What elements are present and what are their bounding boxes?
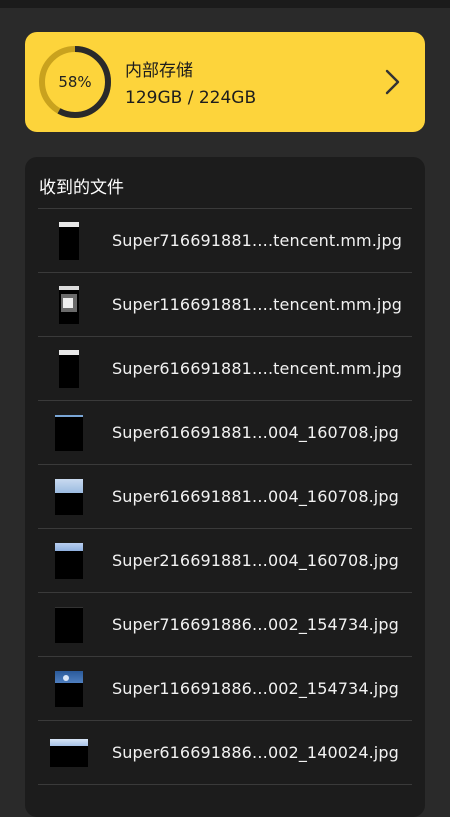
file-row[interactable]: Super216691881…004_160708.jpg [38, 529, 412, 593]
file-thumbnail-image [55, 478, 83, 515]
status-bar-strip [0, 0, 450, 8]
file-name: Super616691886…002_140024.jpg [112, 743, 399, 762]
file-thumbnail-container [38, 337, 100, 400]
file-thumbnail-container [38, 273, 100, 336]
file-name: Super116691886…002_154734.jpg [112, 679, 399, 698]
file-name: Super716691886…002_154734.jpg [112, 615, 399, 634]
file-thumbnail-image [55, 414, 83, 451]
file-name: Super616691881…004_160708.jpg [112, 487, 399, 506]
internal-storage-card[interactable]: 58% 内部存储 129GB / 224GB [25, 32, 425, 132]
file-row[interactable]: Super616691881….tencent.mm.jpg [38, 337, 412, 401]
file-thumbnail-image [59, 285, 79, 324]
file-thumbnail-container [38, 209, 100, 272]
file-thumbnail-container [38, 465, 100, 528]
file-row[interactable]: Super616691881…004_160708.jpg [38, 401, 412, 465]
file-name: Super716691881….tencent.mm.jpg [112, 231, 402, 250]
file-row[interactable]: Super716691886…002_154734.jpg [38, 593, 412, 657]
file-thumbnail-image [59, 349, 79, 388]
chevron-right-icon[interactable] [383, 68, 403, 96]
file-name: Super116691881….tencent.mm.jpg [112, 295, 402, 314]
file-name: Super616691881…004_160708.jpg [112, 423, 399, 442]
storage-usage-ring: 58% [37, 44, 113, 120]
storage-title: 内部存储 [125, 61, 193, 81]
file-thumbnail-container [38, 657, 100, 720]
file-thumbnail-image [55, 670, 83, 707]
received-files-title: 收到的文件 [39, 178, 124, 198]
file-list: Super716691881….tencent.mm.jpg Super11669… [38, 209, 412, 785]
file-thumbnail-container [38, 401, 100, 464]
file-row[interactable]: Super116691881….tencent.mm.jpg [38, 273, 412, 337]
file-row[interactable]: Super616691886…002_140024.jpg [38, 721, 412, 785]
received-files-card: 收到的文件 Super716691881….tencent.mm.jpg Supe… [25, 157, 425, 817]
file-thumbnail-image [55, 542, 83, 579]
file-thumbnail-image [59, 221, 79, 260]
file-row[interactable]: Super116691886…002_154734.jpg [38, 657, 412, 721]
file-thumbnail-image [50, 738, 88, 767]
file-name: Super616691881….tencent.mm.jpg [112, 359, 402, 378]
file-thumbnail-image [55, 606, 83, 643]
file-thumbnail-container [38, 529, 100, 592]
file-thumbnail-container [38, 593, 100, 656]
file-row[interactable]: Super716691881….tencent.mm.jpg [38, 209, 412, 273]
file-thumbnail-container [38, 721, 100, 784]
file-row[interactable]: Super616691881…004_160708.jpg [38, 465, 412, 529]
storage-percent-label: 58% [58, 73, 92, 91]
storage-size: 129GB / 224GB [125, 88, 257, 108]
file-name: Super216691881…004_160708.jpg [112, 551, 399, 570]
